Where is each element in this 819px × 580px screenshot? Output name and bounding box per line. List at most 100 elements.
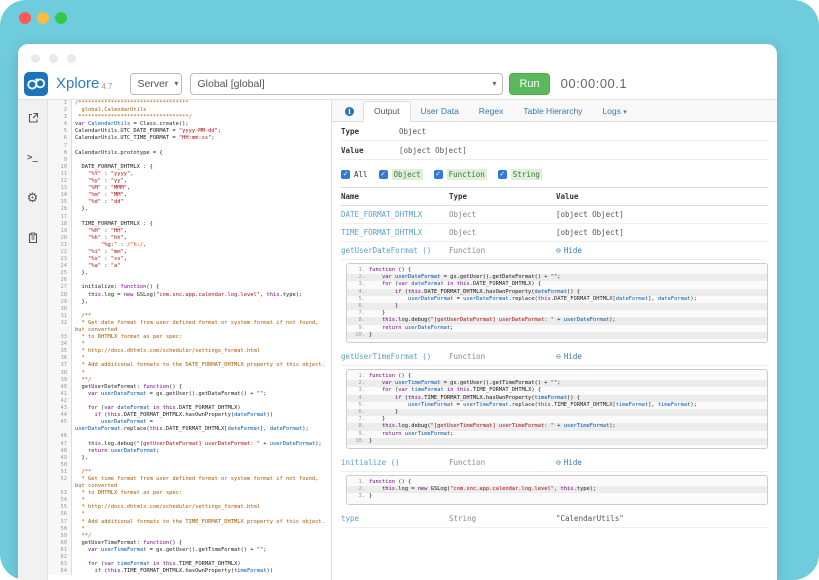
editor-line: 40 getUserDateFormat: function() { [48,384,331,391]
property-name-link[interactable]: initialize () [341,458,449,467]
tab-info[interactable]: i [336,102,363,121]
editor-line: 47 this.log.debug("[getUserDateFormat] u… [48,441,331,448]
hide-code-link[interactable]: ⊖Hide [556,352,768,361]
editor-line: 46 [48,433,331,440]
editor-line: 15 "%d" : "dd" [48,199,331,206]
type-filters: All Object Function String [341,169,768,180]
run-button[interactable]: Run [509,73,549,95]
editor-line: 24 "%a" : "a" [48,263,331,270]
browser-window-frame: Xplore 4.7 Server▾ Global [global]▾ Run … [0,0,819,580]
editor-line: 37 * Add additional formats to the DATE_… [48,362,331,369]
filter-all[interactable]: All [341,170,368,179]
editor-line: 25 }, [48,270,331,277]
editor-line: 50 [48,462,331,469]
checkbox-checked-icon[interactable] [379,170,388,179]
table-row: typeString"CalendarUtils" [341,510,768,528]
editor-line: 19 "%H" : "HH", [48,228,331,235]
filter-string[interactable]: String [498,169,542,180]
table-row: getUserDateFormat ()Function⊖Hide [341,242,768,260]
editor-line: 14 "%m" : "MM", [48,192,331,199]
tab-table-hierarchy[interactable]: Table Hierarchy [513,102,592,121]
app-title: Xplore [56,75,99,92]
minus-circle-icon: ⊖ [556,246,561,255]
checkbox-checked-icon[interactable] [498,170,507,179]
property-name-link[interactable]: type [341,514,449,523]
window-close-button[interactable] [19,12,31,24]
property-type: Function [449,246,556,255]
editor-line: 3 **********************************/ [48,114,331,121]
editor-line: 16 }, [48,206,331,213]
hide-code-link[interactable]: ⊖Hide [556,458,768,467]
property-value: "CalendarUtils" [556,514,768,523]
filter-function[interactable]: Function [434,169,487,180]
editor-line: 9 [48,157,331,164]
property-name-link[interactable]: TIME_FORMAT_DHTMLX [341,228,449,237]
checkbox-checked-icon[interactable] [434,170,443,179]
chevron-down-icon: ▾ [492,79,496,88]
script-editor[interactable]: 1/**********************************2 gl… [48,100,331,580]
results-panel: i OutputUser DataRegexTable HierarchyLog… [331,100,777,580]
terminal-icon[interactable]: >_ [25,150,41,166]
property-value: ⊖Hide [556,352,768,361]
paste-icon[interactable] [25,230,41,246]
editor-line: 28 this.log = new GSLog("com.snc.app.cal… [48,292,331,299]
gear-icon[interactable]: ⚙ [25,190,41,206]
editor-line: 57 * Add additional formats to the TIME_… [48,519,331,526]
property-name-link[interactable]: DATE_FORMAT_DHTMLX [341,210,449,219]
sidebar: >_ ⚙ [18,100,48,580]
editor-line: 23 "%s" : "ss", [48,256,331,263]
editor-line: 35 * http://docs.dhtmlx.com/scheduler/se… [48,348,331,355]
editor-line: 56 * [48,511,331,518]
editor-line: 4var CalendarUtils = Class.create(); [48,121,331,128]
editor-line: 63 for (var timeFormat in this.TIME_FORM… [48,561,331,568]
property-value: [object Object] [556,228,768,237]
execution-timer: 00:00:00.1 [561,76,627,91]
summary-row: Value[object Object] [341,141,768,160]
filter-object[interactable]: Object [379,169,423,180]
target-scope-select[interactable]: Global [global]▾ [190,73,503,95]
tab-regex[interactable]: Regex [469,102,514,121]
function-source-block: 1.function () {2. var userDateFormat = g… [346,263,768,343]
window-zoom-button[interactable] [55,12,67,24]
window-minimize-button[interactable] [37,12,49,24]
editor-line: 53 * to DHTMLX format as per spec: [48,490,331,497]
chevron-down-icon: ▾ [174,79,178,88]
editor-line: 49 }, [48,455,331,462]
property-type: Function [449,458,556,467]
inner-window-dot [49,54,58,63]
editor-line: 8CalendarUtils.prototype = { [48,150,331,157]
editor-line: 18 TIME_FORMAT_DHTMLX : { [48,221,331,228]
editor-line: 13 "%M" : "MMM", [48,185,331,192]
editor-line: 6CalendarUtils.UTC_TIME_FORMAT = "HH:mm:… [48,135,331,142]
chevron-down-icon: ▾ [623,109,627,116]
editor-line: 29 }, [48,299,331,306]
xplore-logo-icon [24,72,48,96]
checkbox-checked-icon[interactable] [341,170,350,179]
editor-line: 54 * [48,497,331,504]
function-source-block: 1.function () {2. var userTimeFormat = g… [346,369,768,449]
editor-line: 58 * [48,526,331,533]
editor-line: 64 if (this.TIME_FORMAT_DHTMLX.hasOwnPro… [48,568,331,575]
tab-logs[interactable]: Logs ▾ [592,102,636,121]
editor-line: 17 [48,214,331,221]
table-row: initialize ()Function⊖Hide [341,454,768,472]
editor-line: 55 * http://docs.dhtmlx.com/scheduler/se… [48,504,331,511]
table-row: TIME_FORMAT_DHTMLXObject[object Object] [341,224,768,242]
tab-user-data[interactable]: User Data [411,102,469,121]
property-type: Function [449,352,556,361]
open-new-window-icon[interactable] [25,110,41,126]
editor-line: 60 getUserTimeFormat: function() { [48,540,331,547]
editor-line: 42 [48,398,331,405]
editor-line: 48 return userDateFormat; [48,448,331,455]
hide-code-link[interactable]: ⊖Hide [556,246,768,255]
property-name-link[interactable]: getUserDateFormat () [341,246,449,255]
editor-line: 32 * Get date format from user defined f… [48,320,331,334]
editor-line: 5CalendarUtils.UTC_DATE_FORMAT = "yyyy-M… [48,128,331,135]
xplore-app-window: Xplore 4.7 Server▾ Global [global]▾ Run … [18,44,777,580]
property-name-link[interactable]: getUserTimeFormat () [341,352,449,361]
tab-output[interactable]: Output [363,101,411,122]
property-value: [object Object] [556,210,768,219]
editor-line: 2 global.CalendarUtils [48,107,331,114]
editor-line: 43 for (var dateFormat in this.DATE_FORM… [48,405,331,412]
scope-select[interactable]: Server▾ [130,73,182,95]
